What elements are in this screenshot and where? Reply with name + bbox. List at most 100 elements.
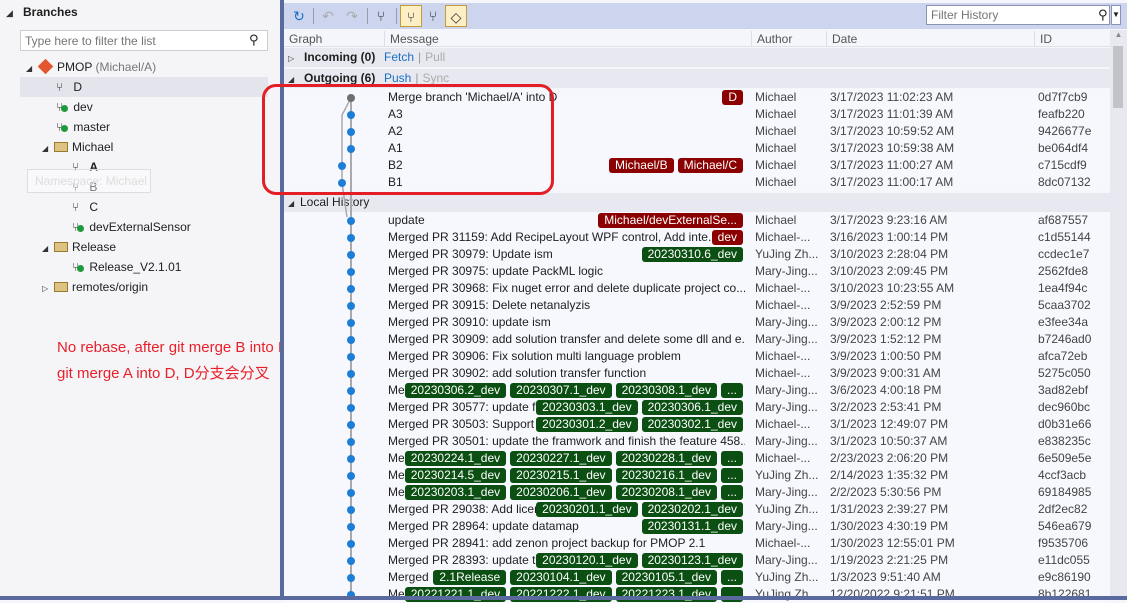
sync-link[interactable]: Sync — [422, 71, 449, 85]
ref-tag[interactable]: 20230105.1_dev — [615, 570, 717, 585]
commit-id: e11dc055 — [1038, 553, 1090, 567]
ref-tag[interactable]: ... — [720, 451, 743, 466]
pull-link[interactable]: Pull — [425, 50, 445, 64]
repo-node[interactable]: ◢ PMOP (Michael/A) — [26, 57, 156, 77]
annotation-highlight-box — [262, 84, 554, 195]
ref-tag[interactable]: 20230203.1_dev — [404, 485, 507, 500]
branch-filter-input[interactable] — [20, 30, 268, 51]
commit-row[interactable]: Merged PR 30503: Support so... 20230301.2… — [284, 416, 1110, 433]
commit-row[interactable]: Merged PR 31159: Add RecipeLayout WPF co… — [284, 229, 1110, 246]
commit-dot — [347, 285, 355, 293]
search-icon[interactable]: ⚲ — [249, 32, 259, 48]
ref-tag[interactable]: Michael/C — [677, 158, 743, 173]
incoming-section[interactable]: ▷ Incoming (0) Fetch | Pull — [284, 48, 1110, 67]
commit-row[interactable]: Merged PR 30968: Fix nuget error and del… — [284, 280, 1110, 297]
ref-tag[interactable]: ... — [720, 468, 743, 483]
vertical-scrollbar[interactable]: ▲ — [1110, 30, 1127, 600]
commit-row[interactable]: Merged PR 30501: update the framwork and… — [284, 433, 1110, 450]
ref-tag[interactable]: 20230307.1_dev — [510, 383, 612, 398]
commit-author: Michael — [755, 124, 797, 138]
branch-label: dev — [73, 100, 93, 114]
ref-tag[interactable]: 20230306.1_dev — [641, 400, 743, 415]
ref-tag[interactable]: dev — [711, 230, 743, 245]
ref-tag[interactable]: 20230214.5_dev — [404, 468, 507, 483]
commit-dot — [347, 574, 355, 582]
commit-row[interactable]: Merged PR 30910: update ism Mary-Jing... 3… — [284, 314, 1110, 331]
commit-row[interactable]: Merged PR... 2.1Release 20230104.1_dev 2023… — [284, 569, 1110, 586]
search-icon[interactable]: ⚲ — [1098, 7, 1108, 23]
commit-author: Michael-... — [755, 349, 811, 363]
commit-row[interactable]: Merge...20230306.2_dev20230307.1_dev2023… — [284, 382, 1110, 399]
show-remote-branches-icon[interactable]: ⑂ — [422, 5, 444, 27]
col-id[interactable]: ID — [1034, 31, 1052, 47]
commit-row[interactable]: Merged PR 28393: update the... 20230120.1… — [284, 552, 1110, 569]
ref-tag[interactable]: 20230123.1_dev — [641, 553, 743, 568]
ref-tag[interactable]: Michael/devExternalSe... — [598, 213, 743, 228]
expand-toggle[interactable]: ▷ — [42, 279, 54, 299]
filter-dropdown-button[interactable]: ▼ — [1111, 5, 1121, 25]
ref-tag[interactable]: ... — [720, 485, 743, 500]
ref-tag[interactable]: 20230216.1_dev — [615, 468, 717, 483]
branch-item[interactable]: ⑂ C — [72, 197, 98, 217]
ref-tag[interactable]: D — [722, 90, 743, 105]
ref-tag[interactable]: Michael/B — [608, 158, 674, 173]
commit-row[interactable]: Merge...20230203.1_dev20230206.1_dev2023… — [284, 484, 1110, 501]
ref-tag[interactable]: 20230227.1_dev — [510, 451, 612, 466]
scroll-up-icon[interactable]: ▲ — [1110, 30, 1127, 39]
ref-tag[interactable]: 20230308.1_dev — [615, 383, 717, 398]
ref-tag[interactable]: 20230228.1_dev — [615, 451, 717, 466]
commit-row[interactable]: Merged PR 30909: add solution transfer a… — [284, 331, 1110, 348]
commit-row[interactable]: Merge...20221221.1_dev20221222.1_dev2022… — [284, 586, 1110, 603]
commit-date: 3/9/2023 2:52:59 PM — [830, 298, 942, 312]
branch-item[interactable]: ⑂ Release_V2.1.01 — [72, 257, 181, 277]
branch-item[interactable]: ⑂ master — [56, 117, 110, 137]
commit-row[interactable]: Merged PR 30979: Update ism 20230310.6_de… — [284, 246, 1110, 263]
ref-tag[interactable]: 20230206.1_dev — [510, 485, 612, 500]
commit-row[interactable]: Merged PR 29038: Add licenses 20230201.1_… — [284, 501, 1110, 518]
ref-tag[interactable]: 20230302.1_dev — [641, 417, 743, 432]
ref-tag[interactable]: 20230104.1_dev — [510, 570, 612, 585]
ref-tag[interactable]: 20230208.1_dev — [615, 485, 717, 500]
branch-item[interactable]: ⑂ D — [20, 77, 268, 97]
commit-row[interactable]: Merged PR 30902: add solution transfer f… — [284, 365, 1110, 382]
ref-tag[interactable]: ... — [720, 383, 743, 398]
show-tags-icon[interactable]: ◇ — [445, 5, 467, 27]
expand-toggle[interactable]: ◢ — [42, 239, 54, 259]
scrollbar-thumb[interactable] — [1113, 46, 1123, 108]
local-history-section[interactable]: ◢ Local History — [284, 193, 1110, 212]
ref-tag[interactable]: 20230201.1_dev — [536, 502, 638, 517]
ref-tag[interactable]: 2.1Release — [433, 570, 507, 585]
branches-header[interactable]: ◢ Branches — [6, 5, 78, 19]
commit-row[interactable]: Merge...20230214.5_dev20230215.1_dev2023… — [284, 467, 1110, 484]
commit-row[interactable]: Merge...20230224.1_dev20230227.1_dev2023… — [284, 450, 1110, 467]
branch-item[interactable]: ▷ remotes/origin — [42, 277, 148, 297]
ref-tag[interactable]: 20230310.6_dev — [641, 247, 743, 262]
commit-dot — [347, 506, 355, 514]
ref-tag[interactable]: 20230301.2_dev — [536, 417, 638, 432]
commit-row[interactable]: update Michael/devExternalSe... Michael 3/1… — [284, 212, 1110, 229]
branches-title: Branches — [23, 5, 78, 19]
commit-row[interactable]: Merged PR 28964: update datamap 20230131.… — [284, 518, 1110, 535]
filter-history-input[interactable] — [926, 5, 1110, 25]
commit-row[interactable]: Merged PR 30906: Fix solution multi lang… — [284, 348, 1110, 365]
branch-item[interactable]: ⑂ dev — [56, 97, 93, 117]
ref-tag[interactable]: 20230131.1_dev — [641, 519, 743, 534]
ref-tag[interactable]: 20230303.1_dev — [536, 400, 638, 415]
commit-row[interactable]: Merged PR 28941: add zenon project backu… — [284, 535, 1110, 552]
commit-id: 6e509e5e — [1038, 451, 1092, 465]
ref-tag[interactable]: 20230224.1_dev — [404, 451, 507, 466]
commit-row[interactable]: Merged PR 30975: update PackML logic Mary… — [284, 263, 1110, 280]
col-date[interactable]: Date — [826, 31, 857, 47]
col-author[interactable]: Author — [751, 31, 792, 47]
ref-tag[interactable]: ... — [720, 570, 743, 585]
commit-row[interactable]: Merged PR 30577: update fra... 20230303.1… — [284, 399, 1110, 416]
branch-item[interactable]: ◢ Release — [42, 237, 116, 257]
branch-item[interactable]: ⑂ devExternalSensor — [72, 217, 191, 237]
branch-item[interactable]: ◢ Michael — [42, 137, 113, 157]
ref-tag[interactable]: 20230202.1_dev — [641, 502, 743, 517]
ref-tag[interactable]: 20230215.1_dev — [510, 468, 612, 483]
ref-tag[interactable]: 20230306.2_dev — [404, 383, 507, 398]
ref-tag[interactable]: 20230120.1_dev — [536, 553, 638, 568]
commit-row[interactable]: Merged PR 30915: Delete netanalyzis Micha… — [284, 297, 1110, 314]
expand-toggle[interactable]: ◢ — [42, 139, 54, 159]
